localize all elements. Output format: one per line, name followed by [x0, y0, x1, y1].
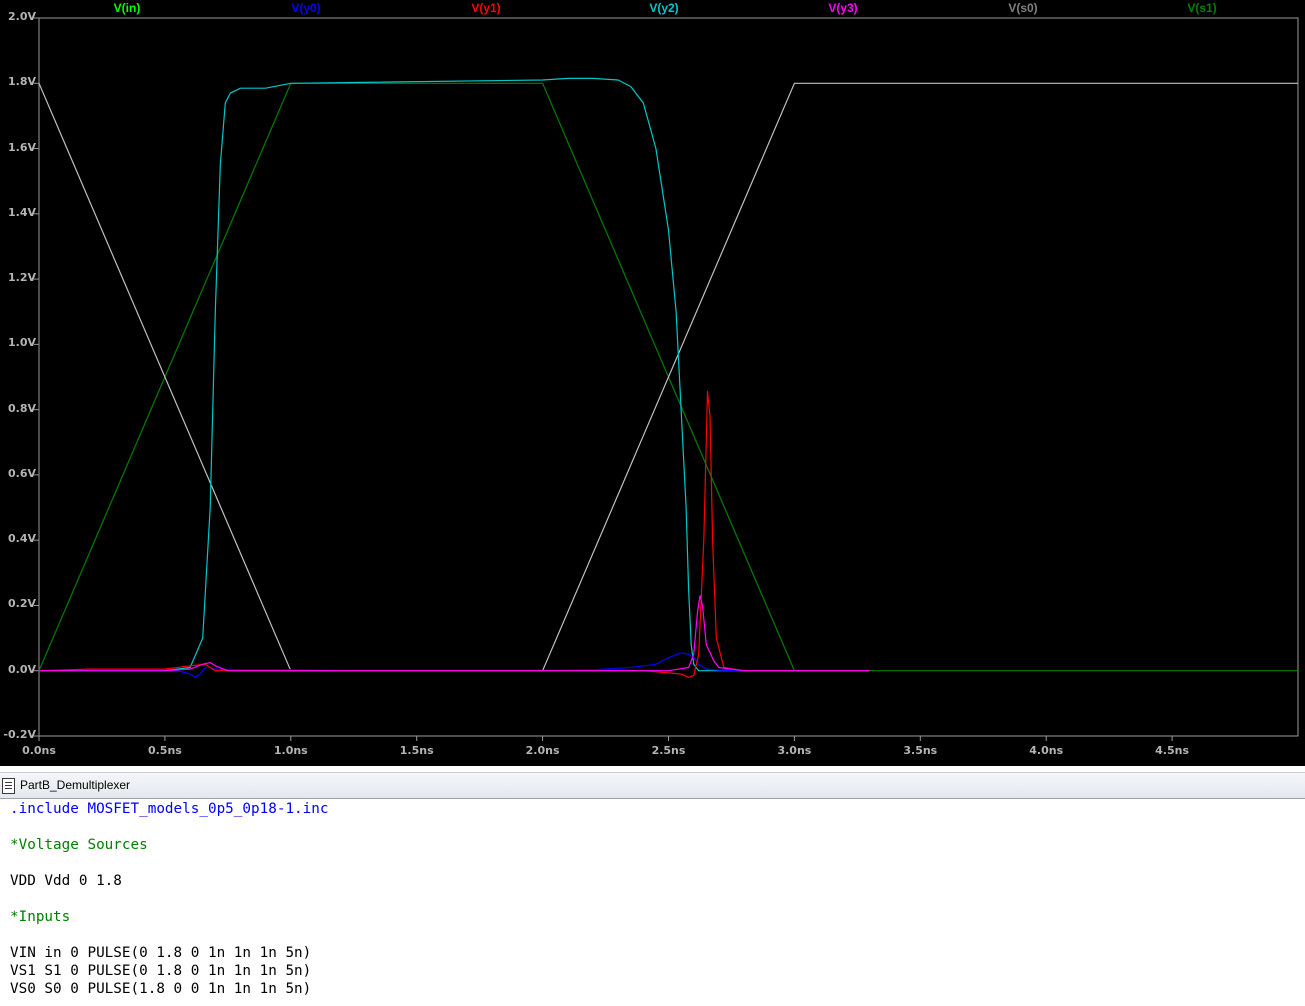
netlist-line: *Voltage Sources — [10, 837, 148, 853]
x-tick-label: 0.5ns — [147, 744, 182, 757]
document-icon — [2, 778, 15, 794]
trace-vy1 — [38, 391, 870, 678]
legend-vy1[interactable]: V(y1) — [471, 1, 500, 15]
y-tick-label: 0.0V — [8, 662, 36, 676]
legend-vin[interactable]: V(in) — [114, 1, 141, 15]
netlist-line: VIN in 0 PULSE(0 1.8 0 1n 1n 1n 5n) — [10, 945, 312, 961]
netlist-line — [10, 854, 328, 872]
y-tick-label: 0.8V — [8, 401, 36, 415]
legend-vy3[interactable]: V(y3) — [828, 1, 857, 15]
y-tick-label: 1.0V — [8, 336, 36, 350]
trace-vy0 — [39, 652, 870, 678]
trace-vs0 — [38, 82, 1298, 672]
legend-vs1[interactable]: V(s1) — [1187, 1, 1216, 15]
netlist-line: VS0 S0 0 PULSE(1.8 0 0 1n 1n 1n 5n) — [10, 981, 312, 997]
netlist-editor-window[interactable]: PartB_Demultiplexer .include MOSFET_mode… — [0, 766, 1305, 1006]
y-tick-label: 1.6V — [8, 140, 36, 154]
x-tick-label: 3.5ns — [903, 744, 938, 757]
netlist-tab[interactable]: PartB_Demultiplexer — [0, 772, 1305, 799]
y-tick-label: 1.4V — [8, 205, 36, 219]
y-tick-label: 0.2V — [8, 597, 36, 611]
y-tick-label: 0.6V — [8, 466, 36, 480]
x-tick-label: 2.5ns — [651, 744, 686, 757]
x-tick-label: 3.0ns — [777, 744, 812, 757]
netlist-line — [10, 890, 328, 908]
y-tick-label: 1.2V — [8, 271, 36, 285]
netlist-line: VDD Vdd 0 1.8 — [10, 873, 122, 889]
legend-vy2[interactable]: V(y2) — [649, 1, 678, 15]
x-tick-label: 4.0ns — [1029, 744, 1064, 757]
y-tick-label: 2.0V — [8, 10, 36, 23]
netlist-line — [10, 818, 328, 836]
y-tick-label: 0.4V — [8, 532, 36, 546]
waveform-plot-pane[interactable]: V(in) V(y0) V(y1) V(y2) V(y3) V(s0) V(s1) 2.0V… — [0, 0, 1305, 766]
y-tick-label: 1.8V — [8, 75, 36, 89]
netlist-tab-title: PartB_Demultiplexer — [20, 778, 131, 792]
y-tick-label: -0.2V — [3, 728, 36, 741]
waveform-plot[interactable] — [0, 0, 1305, 766]
x-tick-label: 1.5ns — [399, 744, 434, 757]
x-tick-label: 2.0ns — [525, 744, 560, 757]
netlist-line: .include MOSFET_models_0p5_0p18-1.inc — [10, 801, 329, 817]
legend-vy0[interactable]: V(y0) — [291, 1, 320, 15]
x-tick-label: 1.0ns — [273, 744, 308, 757]
netlist-text-area[interactable]: .include MOSFET_models_0p5_0p18-1.inc *Vo… — [10, 800, 328, 998]
netlist-line: *Inputs — [10, 909, 71, 925]
legend-vs0[interactable]: V(s0) — [1008, 1, 1037, 15]
x-tick-label: 4.5ns — [1155, 744, 1190, 757]
netlist-line — [10, 926, 328, 944]
x-tick-label: 0.0ns — [22, 744, 56, 757]
trace-vy3 — [39, 595, 870, 672]
netlist-line: VS1 S1 0 PULSE(0 1.8 0 1n 1n 1n 5n) — [10, 963, 312, 979]
